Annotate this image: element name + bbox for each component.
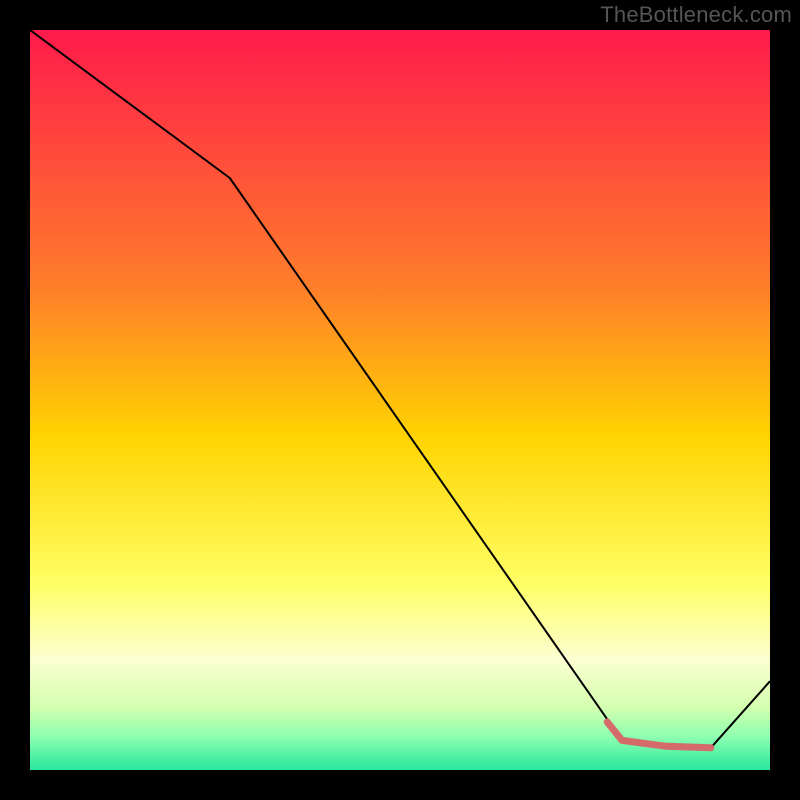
plot-area — [30, 30, 770, 770]
watermark-text: TheBottleneck.com — [600, 2, 792, 28]
chart-svg — [30, 30, 770, 770]
gradient-background — [30, 30, 770, 770]
chart-frame: TheBottleneck.com — [0, 0, 800, 800]
